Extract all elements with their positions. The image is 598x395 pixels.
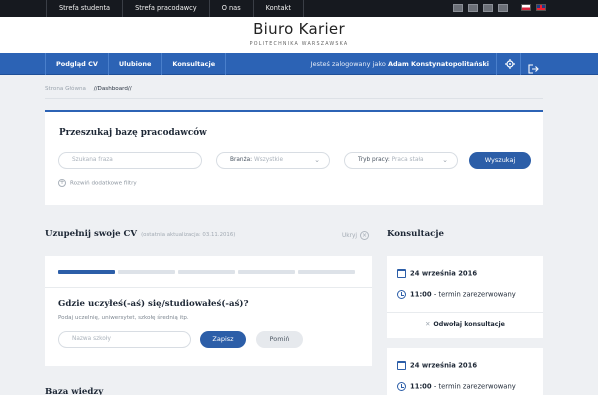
- calendar-icon: [397, 361, 406, 370]
- breadcrumb-home[interactable]: Strona Główna: [45, 86, 86, 92]
- logo-band: Biuro Karier POLITECHNIKA WARSZAWSKA: [0, 17, 598, 53]
- main-menu: Podgląd CV Ulubione Konsultacje: [45, 53, 227, 75]
- cv-question: Gdzie uczyłeś(-aś) się/studiowałeś(-aś)?: [58, 299, 249, 309]
- consultation-date: 24 września 2016: [397, 269, 477, 278]
- nav-separator: [496, 53, 497, 75]
- progress-step: [118, 270, 175, 274]
- industry-value: Wszystkie: [253, 157, 284, 163]
- logout-icon[interactable]: [528, 59, 539, 74]
- logged-user-prefix: Jesteś zalogowany jako: [310, 60, 386, 68]
- polish-flag-icon[interactable]: [521, 4, 531, 11]
- cv-card: Gdzie uczyłeś(-aś) się/studiowałeś(-aś)?…: [45, 256, 372, 366]
- breadcrumb-divider: [45, 98, 543, 99]
- consultation-date: 24 września 2016: [397, 361, 477, 370]
- font-size-icon[interactable]: [483, 4, 493, 12]
- contrast-icon[interactable]: [468, 4, 478, 12]
- worktype-label: Tryb pracy:: [358, 157, 390, 163]
- accessibility-icon[interactable]: [453, 4, 463, 12]
- top-nav-about[interactable]: O nas: [210, 0, 254, 17]
- worktype-value: Praca stała: [391, 157, 424, 163]
- school-input[interactable]: Nazwa szkoły: [58, 331, 191, 348]
- skip-button[interactable]: Pomiń: [256, 331, 303, 348]
- top-nav: Strefa studenta Strefa pracodawcy O nas …: [46, 0, 304, 17]
- close-icon: ✕: [425, 321, 431, 328]
- plus-icon: +: [58, 179, 66, 187]
- clock-icon: [397, 382, 406, 391]
- top-utilities: [453, 4, 546, 12]
- search-input[interactable]: Szukana fraza: [58, 152, 202, 169]
- nav-separator: [520, 53, 521, 75]
- cv-divider: [45, 287, 372, 288]
- search-placeholder: Szukana fraza: [72, 157, 113, 163]
- english-flag-icon[interactable]: [536, 4, 546, 11]
- progress-step: [58, 270, 115, 274]
- progress-step: [298, 270, 355, 274]
- logo-subtitle: POLITECHNIKA WARSZAWSKA: [249, 42, 349, 47]
- search-title: Przeszukaj bazę pracodawców: [59, 128, 207, 138]
- clock-icon: [397, 290, 406, 299]
- cv-hint: Podaj uczelnię, uniwersytet, szkołę śred…: [58, 315, 189, 321]
- chevron-down-icon: ⌄: [442, 156, 448, 164]
- top-nav-employer-zone[interactable]: Strefa pracodawcy: [123, 0, 210, 17]
- breadcrumb: Strona Główna //Dashboard//: [45, 86, 132, 92]
- top-bar: Strefa studenta Strefa pracodawcy O nas …: [0, 0, 598, 17]
- nav-cv-preview[interactable]: Podgląd CV: [45, 53, 109, 75]
- more-filters-link[interactable]: + Rozwiń dodatkowe filtry: [58, 179, 137, 187]
- consultation-card: 24 września 2016 11:00 - termin zarezerw…: [387, 348, 543, 395]
- school-placeholder: Nazwa szkoły: [72, 336, 111, 342]
- worktype-select[interactable]: Tryb pracy: Praca stała ⌄: [344, 152, 458, 169]
- progress-step: [238, 270, 295, 274]
- nav-favourites[interactable]: Ulubione: [109, 53, 163, 75]
- more-filters-label: Rozwiń dodatkowe filtry: [70, 180, 137, 187]
- cv-progress: [58, 270, 355, 274]
- cv-section-title: Uzupełnij swoje CV (ostatnia aktualizacja…: [45, 229, 235, 239]
- logged-user-name[interactable]: Adam Konstynatopolitański: [388, 60, 489, 68]
- consultation-time: 11:00 - termin zarezerwowany: [397, 290, 516, 299]
- search-button[interactable]: Wyszukaj: [469, 152, 531, 169]
- chevron-down-icon: ⌄: [314, 156, 320, 164]
- calendar-icon: [397, 269, 406, 278]
- hide-label: Ukryj: [342, 233, 358, 239]
- top-nav-contact[interactable]: Kontakt: [254, 0, 304, 17]
- top-nav-student-zone[interactable]: Strefa studenta: [46, 0, 124, 17]
- logo[interactable]: Biuro Karier: [0, 20, 598, 38]
- consultations-title: Konsultacje: [387, 229, 444, 239]
- consultation-time: 11:00 - termin zarezerwowany: [397, 382, 516, 391]
- employer-search-card: Przeszukaj bazę pracodawców Szukana fraz…: [45, 110, 543, 205]
- save-button[interactable]: Zapisz: [200, 331, 246, 348]
- progress-step: [178, 270, 235, 274]
- industry-select[interactable]: Branża: Wszystkie ⌄: [216, 152, 330, 169]
- breadcrumb-current: //Dashboard//: [93, 86, 132, 92]
- logged-user: Jesteś zalogowany jako Adam Konstynatopo…: [311, 53, 489, 75]
- cv-title: Uzupełnij swoje CV: [45, 229, 138, 239]
- consultation-divider: [387, 312, 543, 313]
- close-icon: ×: [360, 231, 370, 240]
- sitemap-icon[interactable]: [498, 4, 508, 12]
- nav-consultations[interactable]: Konsultacje: [162, 53, 227, 75]
- industry-label: Branża:: [230, 157, 253, 163]
- gear-icon[interactable]: [505, 59, 515, 69]
- main-nav: Podgląd CV Ulubione Konsultacje Jesteś z…: [0, 53, 598, 75]
- cancel-consultation-button[interactable]: ✕ Odwołaj konsultacje: [387, 321, 543, 328]
- cancel-consultation-label: Odwołaj konsultacje: [433, 321, 505, 328]
- consultation-card: 24 września 2016 11:00 - termin zarezerw…: [387, 256, 543, 338]
- cv-last-update: (ostatnia aktualizacja: 03.11.2016): [141, 232, 236, 238]
- knowledge-base-title: Baza wiedzy: [45, 387, 104, 395]
- hide-cv-button[interactable]: Ukryj ×: [342, 231, 370, 240]
